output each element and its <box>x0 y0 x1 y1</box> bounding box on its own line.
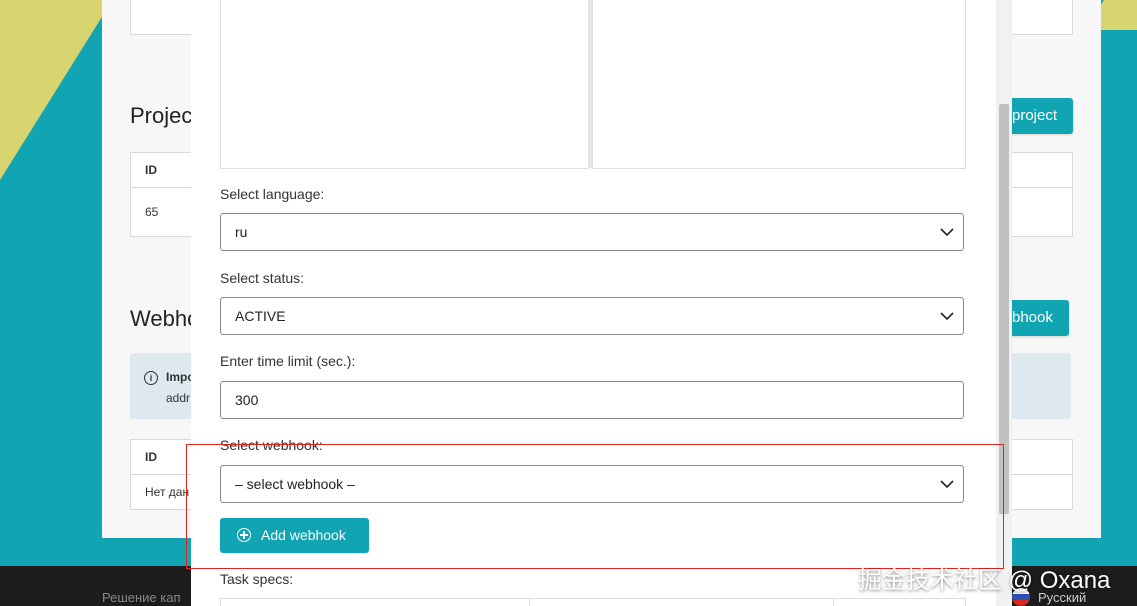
empty-text: Нет дан <box>145 485 190 499</box>
status-value: ACTIVE <box>235 308 286 324</box>
alert-text: addr <box>166 391 191 405</box>
language-value: ru <box>235 224 248 240</box>
webhooks-title: Webhc <box>130 306 199 331</box>
task-specs-table <box>220 598 966 606</box>
status-label: Select status: <box>220 270 305 286</box>
column-header-id: ID <box>145 163 157 177</box>
time-limit-input[interactable]: 300 <box>220 381 964 419</box>
highlight-box <box>186 444 1004 569</box>
language-label: Select language: <box>220 186 325 202</box>
code-editor-right[interactable] <box>592 0 966 169</box>
column-divider <box>833 599 834 606</box>
column-divider <box>529 599 530 606</box>
column-header-id: ID <box>145 450 157 464</box>
time-limit-value: 300 <box>235 392 259 408</box>
task-specs-label: Task specs: <box>220 571 294 587</box>
chevron-down-icon <box>940 228 954 237</box>
projects-title: Projec <box>130 103 193 128</box>
chevron-down-icon <box>940 312 954 321</box>
watermark: 掘金技术社区 @ Oxana <box>858 567 1111 594</box>
language-select[interactable]: ru <box>220 213 964 251</box>
footer-text: Решение кап <box>102 590 181 605</box>
cell-id: 65 <box>145 205 159 219</box>
code-editor-left[interactable] <box>220 0 589 169</box>
time-limit-label: Enter time limit (sec.): <box>220 353 356 369</box>
status-select[interactable]: ACTIVE <box>220 297 964 335</box>
info-icon: i <box>144 371 158 385</box>
